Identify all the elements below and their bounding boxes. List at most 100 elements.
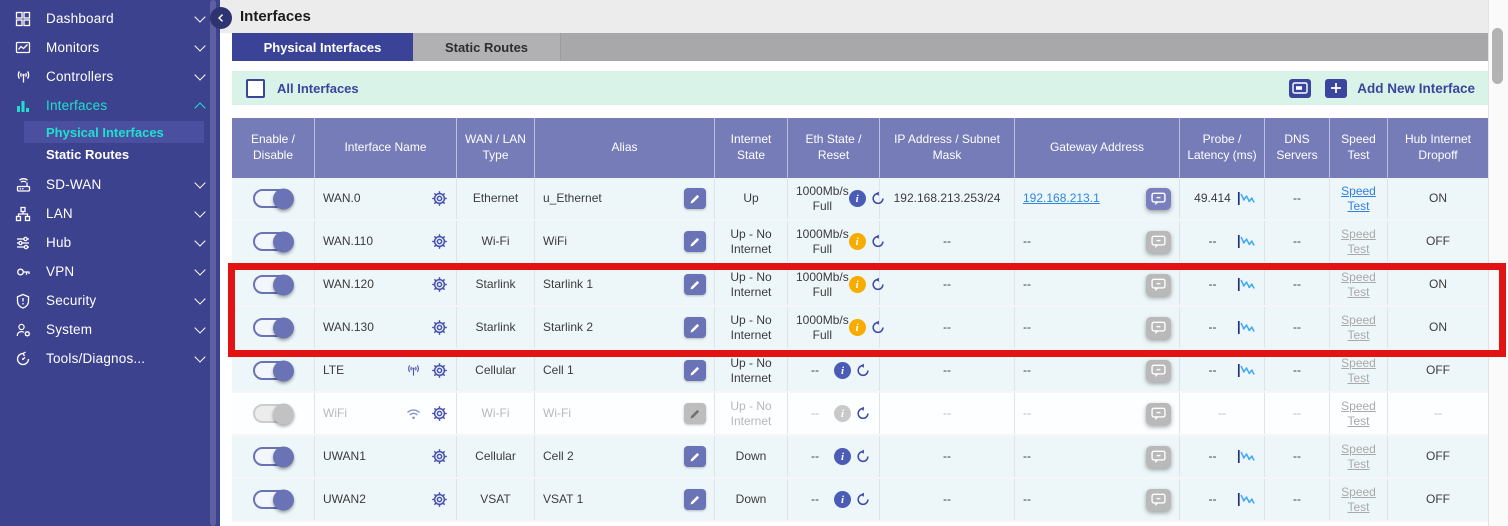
scrollbar-thumb[interactable] bbox=[1492, 28, 1503, 84]
page-scrollbar[interactable] bbox=[1488, 0, 1508, 526]
ping-gateway-button[interactable] bbox=[1146, 360, 1171, 382]
speed-test-link[interactable]: Speed Test bbox=[1338, 227, 1379, 257]
sidebar-item-sd-wan[interactable]: SD-WAN bbox=[0, 170, 220, 199]
enable-toggle[interactable] bbox=[253, 490, 293, 509]
enable-toggle[interactable] bbox=[253, 361, 293, 380]
gear-icon[interactable] bbox=[431, 405, 448, 422]
sidebar-item-dashboard[interactable]: Dashboard bbox=[0, 4, 220, 33]
dns-servers: -- bbox=[1293, 363, 1301, 378]
enable-toggle[interactable] bbox=[253, 232, 293, 251]
speed-test-link[interactable]: Speed Test bbox=[1338, 442, 1379, 472]
sidebar-item-vpn[interactable]: VPN bbox=[0, 257, 220, 286]
ping-gateway-button[interactable] bbox=[1146, 188, 1171, 210]
hub-dropoff-state: -- bbox=[1434, 406, 1442, 421]
enable-toggle[interactable] bbox=[253, 447, 293, 466]
tab-static-routes[interactable]: Static Routes bbox=[413, 33, 561, 61]
reset-icon[interactable] bbox=[856, 363, 871, 378]
header-cell-dns-servers: DNS Servers bbox=[1265, 118, 1330, 178]
speed-test-link[interactable]: Speed Test bbox=[1338, 184, 1379, 214]
gear-icon[interactable] bbox=[431, 276, 448, 293]
eth-state: 1000Mb/s Full bbox=[796, 270, 849, 300]
wan-lan-type: Wi-Fi bbox=[482, 234, 510, 249]
info-icon[interactable]: i bbox=[849, 190, 866, 207]
tab-physical-interfaces[interactable]: Physical Interfaces bbox=[232, 33, 413, 61]
latency-chart-icon[interactable] bbox=[1237, 363, 1256, 378]
select-all-checkbox[interactable] bbox=[246, 79, 265, 98]
info-icon[interactable]: i bbox=[849, 319, 866, 336]
speed-test-link[interactable]: Speed Test bbox=[1338, 313, 1379, 343]
sidebar-item-interfaces[interactable]: Interfaces bbox=[0, 91, 220, 120]
reset-icon[interactable] bbox=[856, 406, 871, 421]
hub-dropoff-state: OFF bbox=[1426, 363, 1450, 378]
sidebar-scrollbar[interactable] bbox=[210, 0, 216, 526]
gear-icon[interactable] bbox=[431, 448, 448, 465]
ping-gateway-button[interactable] bbox=[1146, 274, 1171, 296]
speed-test-link[interactable]: Speed Test bbox=[1338, 399, 1379, 429]
ping-gateway-button[interactable] bbox=[1146, 446, 1171, 468]
latency-chart-icon[interactable] bbox=[1237, 449, 1256, 464]
speed-test-link[interactable]: Speed Test bbox=[1338, 485, 1379, 515]
gear-icon[interactable] bbox=[431, 362, 448, 379]
info-icon[interactable]: i bbox=[834, 491, 851, 508]
ping-gateway-button[interactable] bbox=[1146, 403, 1171, 425]
gear-icon[interactable] bbox=[431, 319, 448, 336]
add-interface-plus-button[interactable] bbox=[1325, 79, 1347, 98]
gear-icon[interactable] bbox=[431, 491, 448, 508]
table-view-button[interactable] bbox=[1289, 79, 1311, 98]
enable-toggle[interactable] bbox=[253, 318, 293, 337]
latency-chart-icon[interactable] bbox=[1237, 277, 1256, 292]
info-icon[interactable]: i bbox=[849, 233, 866, 250]
edit-alias-button[interactable] bbox=[684, 188, 706, 209]
pencil-icon bbox=[689, 494, 701, 506]
latency-chart-icon[interactable] bbox=[1237, 320, 1256, 335]
reset-icon[interactable] bbox=[856, 449, 871, 464]
speed-test-link[interactable]: Speed Test bbox=[1338, 356, 1379, 386]
cell-interface-name: LTE bbox=[315, 350, 457, 391]
ping-gateway-button[interactable] bbox=[1146, 489, 1171, 511]
ping-gateway-button[interactable] bbox=[1146, 231, 1171, 253]
edit-alias-button[interactable] bbox=[684, 489, 706, 510]
wan-lan-type: VSAT bbox=[480, 492, 510, 507]
sidebar-item-controllers[interactable]: Controllers bbox=[0, 62, 220, 91]
sidebar-collapse-button[interactable] bbox=[210, 7, 232, 29]
add-new-interface-label[interactable]: Add New Interface bbox=[1357, 81, 1475, 96]
enable-toggle[interactable] bbox=[253, 189, 293, 208]
info-icon[interactable]: i bbox=[834, 405, 851, 422]
latency-chart-icon[interactable] bbox=[1237, 191, 1256, 206]
ping-bubble-icon bbox=[1151, 407, 1166, 421]
controllers-icon bbox=[10, 69, 36, 85]
edit-alias-button[interactable] bbox=[684, 317, 706, 338]
interface-name: UWAN2 bbox=[323, 492, 427, 507]
sidebar-item-system[interactable]: System bbox=[0, 315, 220, 344]
edit-alias-button[interactable] bbox=[684, 446, 706, 467]
sidebar-subitem-physical-interfaces[interactable]: Physical Interfaces bbox=[24, 121, 204, 143]
sidebar-subitem-static-routes[interactable]: Static Routes bbox=[24, 143, 204, 165]
edit-alias-button[interactable] bbox=[684, 274, 706, 295]
sidebar-item-lan[interactable]: LAN bbox=[0, 199, 220, 228]
lan-icon bbox=[10, 206, 36, 222]
enable-toggle[interactable] bbox=[253, 404, 293, 423]
ping-gateway-button[interactable] bbox=[1146, 317, 1171, 339]
enable-toggle[interactable] bbox=[253, 275, 293, 294]
sidebar-item-security[interactable]: Security bbox=[0, 286, 220, 315]
cell-ip-address: -- bbox=[880, 264, 1015, 305]
gear-icon[interactable] bbox=[431, 190, 448, 207]
table-row: WAN.120 Starlink Starlink 1 Up - No Inte… bbox=[232, 264, 1488, 307]
edit-alias-button[interactable] bbox=[684, 231, 706, 252]
info-icon[interactable]: i bbox=[834, 362, 851, 379]
gateway-link[interactable]: 192.168.213.1 bbox=[1023, 191, 1100, 206]
latency-chart-icon[interactable] bbox=[1237, 234, 1256, 249]
latency-chart-icon[interactable] bbox=[1237, 492, 1256, 507]
edit-alias-button[interactable] bbox=[684, 403, 706, 424]
sidebar-item-hub[interactable]: Hub bbox=[0, 228, 220, 257]
edit-alias-button[interactable] bbox=[684, 360, 706, 381]
sidebar-item-monitors[interactable]: Monitors bbox=[0, 33, 220, 62]
gear-icon[interactable] bbox=[431, 233, 448, 250]
sidebar-item-tools-diagnos[interactable]: Tools/Diagnos... bbox=[0, 344, 220, 373]
info-icon[interactable]: i bbox=[834, 448, 851, 465]
info-icon[interactable]: i bbox=[849, 276, 866, 293]
speed-test-link[interactable]: Speed Test bbox=[1338, 270, 1379, 300]
ip-address: -- bbox=[943, 234, 951, 249]
reset-icon[interactable] bbox=[856, 492, 871, 507]
ping-bubble-icon bbox=[1151, 235, 1166, 249]
